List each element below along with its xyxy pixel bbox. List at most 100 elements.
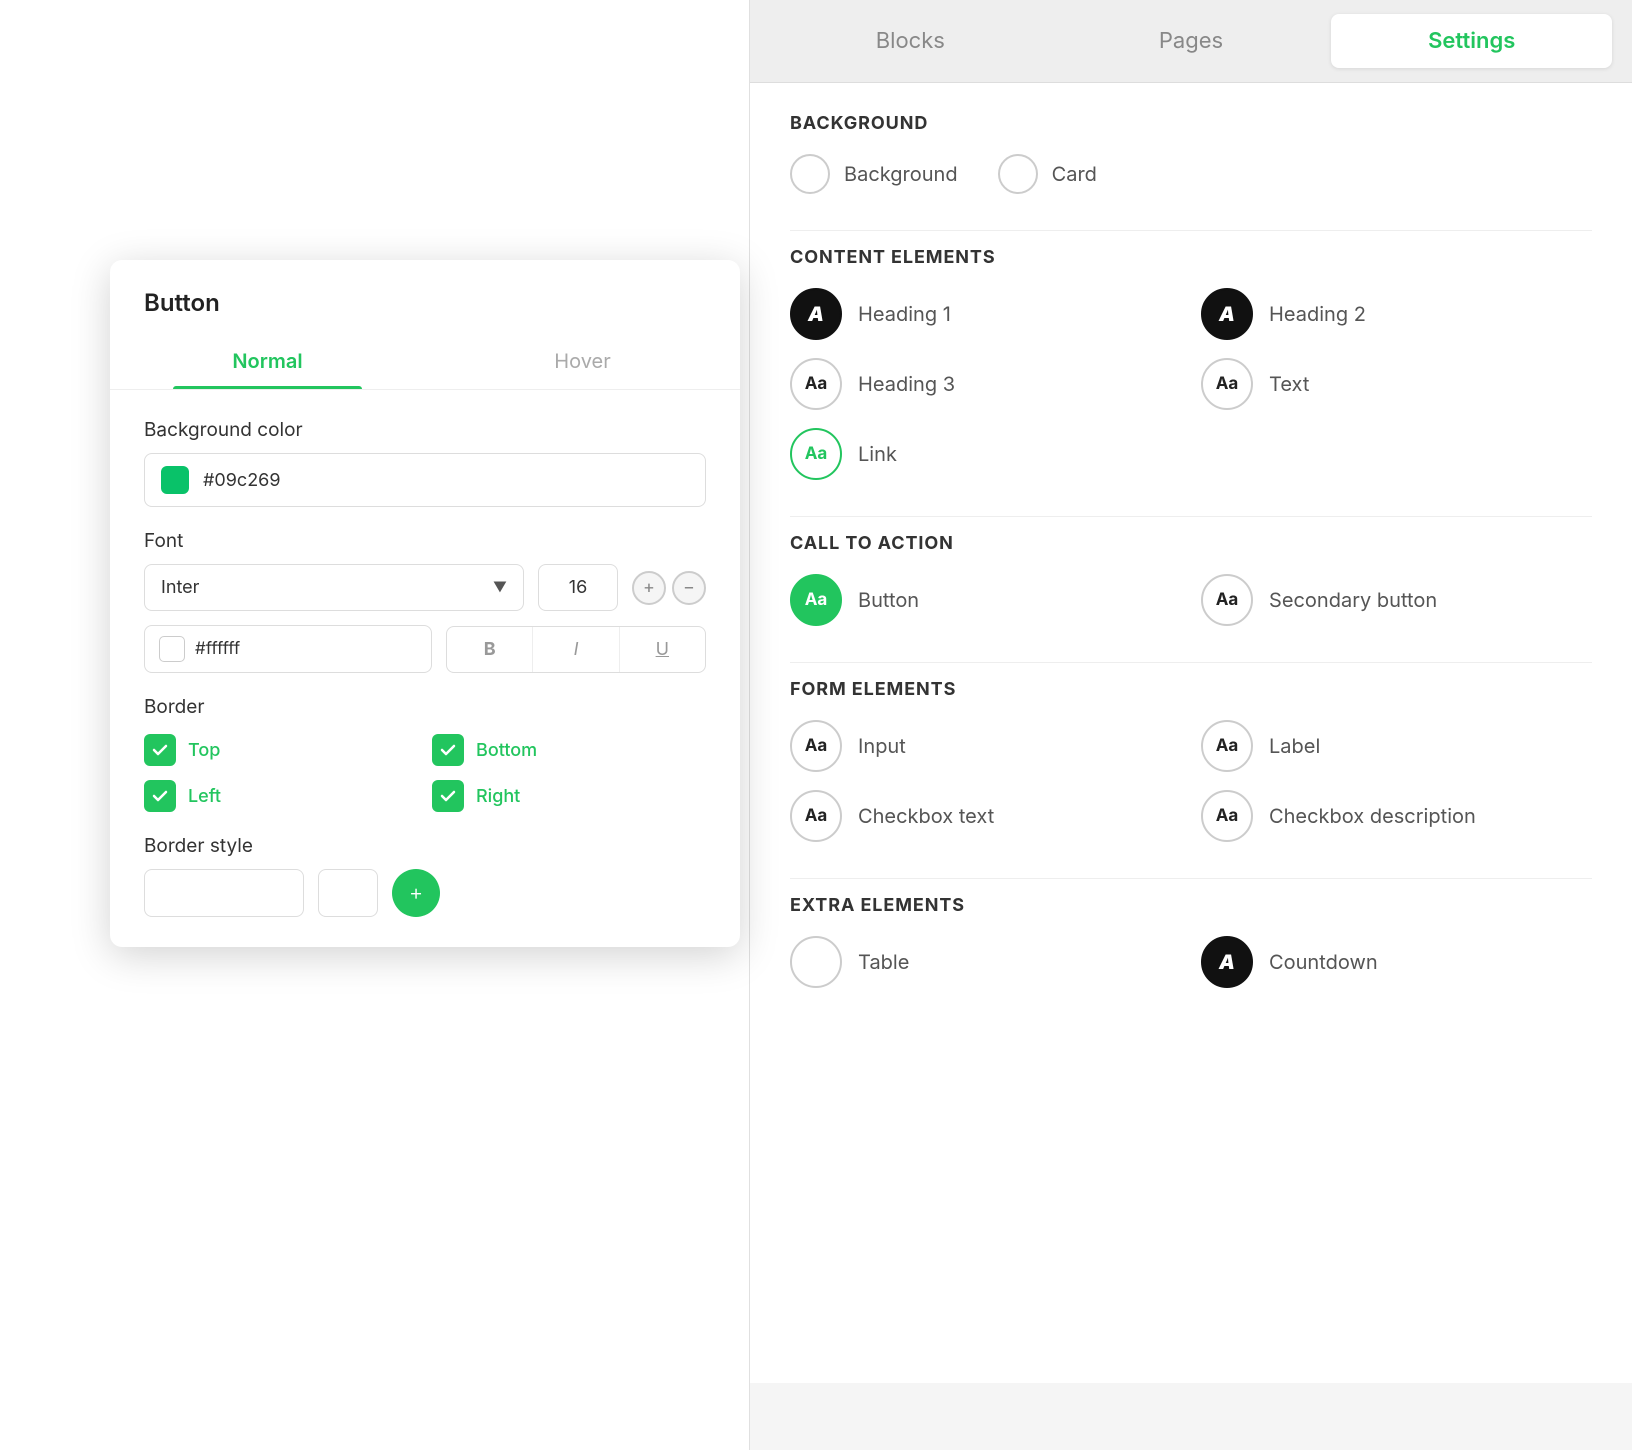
italic-button[interactable]: I [533, 627, 619, 672]
card-option-label: Card [1052, 162, 1097, 186]
bp-tab-hover[interactable]: Hover [425, 333, 740, 389]
form-label-label: Label [1269, 734, 1320, 758]
card-radio-circle [998, 154, 1038, 194]
bg-color-swatch [161, 466, 189, 494]
divider-2 [790, 516, 1592, 517]
settings-content: BACKGROUND Background Card CONTENT ELEME… [750, 83, 1632, 1383]
border-bottom-item[interactable]: Bottom [432, 734, 706, 766]
heading1-item[interactable]: A Heading 1 [790, 288, 1181, 340]
border-right-item[interactable]: Right [432, 780, 706, 812]
font-color-value: #ffffff [195, 639, 240, 659]
font-size-increase-button[interactable]: + [632, 571, 666, 605]
extra-elements-title: EXTRA ELEMENTS [790, 895, 1592, 916]
border-top-label: Top [188, 740, 220, 761]
border-right-checkbox[interactable] [432, 780, 464, 812]
bp-tab-normal[interactable]: Normal [110, 333, 425, 389]
secondary-button-item[interactable]: Aa Secondary button [1201, 574, 1592, 626]
tab-pages[interactable]: Pages [1051, 14, 1332, 68]
font-size-input[interactable]: 16 [538, 564, 618, 611]
border-add-button[interactable]: + [392, 869, 440, 917]
checkbox-desc-item[interactable]: Aa Checkbox description [1201, 790, 1592, 842]
tab-settings[interactable]: Settings [1331, 14, 1612, 68]
bg-color-input[interactable]: #09c269 [144, 453, 706, 507]
heading3-label: Heading 3 [858, 372, 955, 396]
border-bottom-label: Bottom [476, 740, 537, 761]
button-panel-title: Button [110, 260, 740, 317]
text-item[interactable]: Aa Text [1201, 358, 1592, 410]
font-size-decrease-button[interactable]: − [672, 571, 706, 605]
cta-section: CALL TO ACTION Aa Button Aa Secondary bu… [790, 533, 1592, 626]
right-panel: Blocks Pages Settings BACKGROUND Backgro… [750, 0, 1632, 1450]
chevron-down-icon: ▼ [493, 579, 507, 596]
font-color-swatch [159, 636, 185, 662]
background-radio-circle [790, 154, 830, 194]
border-top-checkbox[interactable] [144, 734, 176, 766]
heading2-item[interactable]: A Heading 2 [1201, 288, 1592, 340]
divider-3 [790, 662, 1592, 663]
table-icon [790, 936, 842, 988]
text-icon: Aa [1201, 358, 1253, 410]
bp-body: Background color #09c269 Font Inter ▼ 16… [110, 390, 740, 917]
button-icon: Aa [790, 574, 842, 626]
tabs-bar: Blocks Pages Settings [750, 0, 1632, 83]
countdown-item[interactable]: A Countdown [1201, 936, 1592, 988]
button-label: Button [858, 588, 919, 612]
content-elements-grid: A Heading 1 A Heading 2 Aa Heading 3 [790, 288, 1592, 480]
link-item[interactable]: Aa Link [790, 428, 1181, 480]
tab-blocks[interactable]: Blocks [770, 14, 1051, 68]
label-item[interactable]: Aa Label [1201, 720, 1592, 772]
checkmark-icon [151, 787, 169, 805]
cta-title: CALL TO ACTION [790, 533, 1592, 554]
font-family-value: Inter [161, 577, 199, 598]
button-item[interactable]: Aa Button [790, 574, 1181, 626]
checkbox-desc-icon: Aa [1201, 790, 1253, 842]
content-elements-section: CONTENT ELEMENTS A Heading 1 A Heading 2 [790, 247, 1592, 480]
heading1-icon: A [790, 288, 842, 340]
secondary-button-icon: Aa [1201, 574, 1253, 626]
font-row: Inter ▼ 16 + − [144, 564, 706, 611]
border-width-input[interactable] [318, 869, 378, 917]
bold-button[interactable]: B [447, 627, 533, 672]
border-left-label: Left [188, 786, 221, 807]
table-item[interactable]: Table [790, 936, 1181, 988]
border-grid: Top Bottom Left [144, 734, 706, 812]
secondary-button-label: Secondary button [1269, 588, 1437, 612]
border-label: Border [144, 695, 706, 718]
extra-elements-section: EXTRA ELEMENTS Table A Countdown [790, 895, 1592, 988]
extra-elements-grid: Table A Countdown [790, 936, 1592, 988]
label-icon: Aa [1201, 720, 1253, 772]
heading2-label: Heading 2 [1269, 302, 1366, 326]
border-bottom-checkbox[interactable] [432, 734, 464, 766]
background-radio-row: Background Card [790, 154, 1592, 194]
text-label: Text [1269, 372, 1309, 396]
checkmark-icon [151, 741, 169, 759]
heading3-icon: Aa [790, 358, 842, 410]
font-color-row: #ffffff B I U [144, 625, 706, 673]
divider-1 [790, 230, 1592, 231]
button-panel: Button Normal Hover Background color #09… [110, 260, 740, 947]
border-top-item[interactable]: Top [144, 734, 418, 766]
border-left-checkbox[interactable] [144, 780, 176, 812]
link-icon: Aa [790, 428, 842, 480]
bg-color-value: #09c269 [203, 470, 281, 491]
heading1-label: Heading 1 [858, 302, 951, 326]
border-style-select[interactable] [144, 869, 304, 917]
countdown-icon: A [1201, 936, 1253, 988]
checkbox-text-icon: Aa [790, 790, 842, 842]
background-option-background[interactable]: Background [790, 154, 958, 194]
border-style-label: Border style [144, 834, 706, 857]
input-item[interactable]: Aa Input [790, 720, 1181, 772]
checkbox-desc-label: Checkbox description [1269, 804, 1476, 828]
form-elements-title: FORM ELEMENTS [790, 679, 1592, 700]
heading3-item[interactable]: Aa Heading 3 [790, 358, 1181, 410]
border-left-item[interactable]: Left [144, 780, 418, 812]
checkbox-text-item[interactable]: Aa Checkbox text [790, 790, 1181, 842]
font-label: Font [144, 529, 706, 552]
background-option-label: Background [844, 162, 958, 186]
background-option-card[interactable]: Card [998, 154, 1097, 194]
underline-button[interactable]: U [620, 627, 705, 672]
font-color-input[interactable]: #ffffff [144, 625, 432, 673]
checkmark-icon [439, 787, 457, 805]
font-family-select[interactable]: Inter ▼ [144, 564, 524, 611]
input-label: Input [858, 734, 906, 758]
